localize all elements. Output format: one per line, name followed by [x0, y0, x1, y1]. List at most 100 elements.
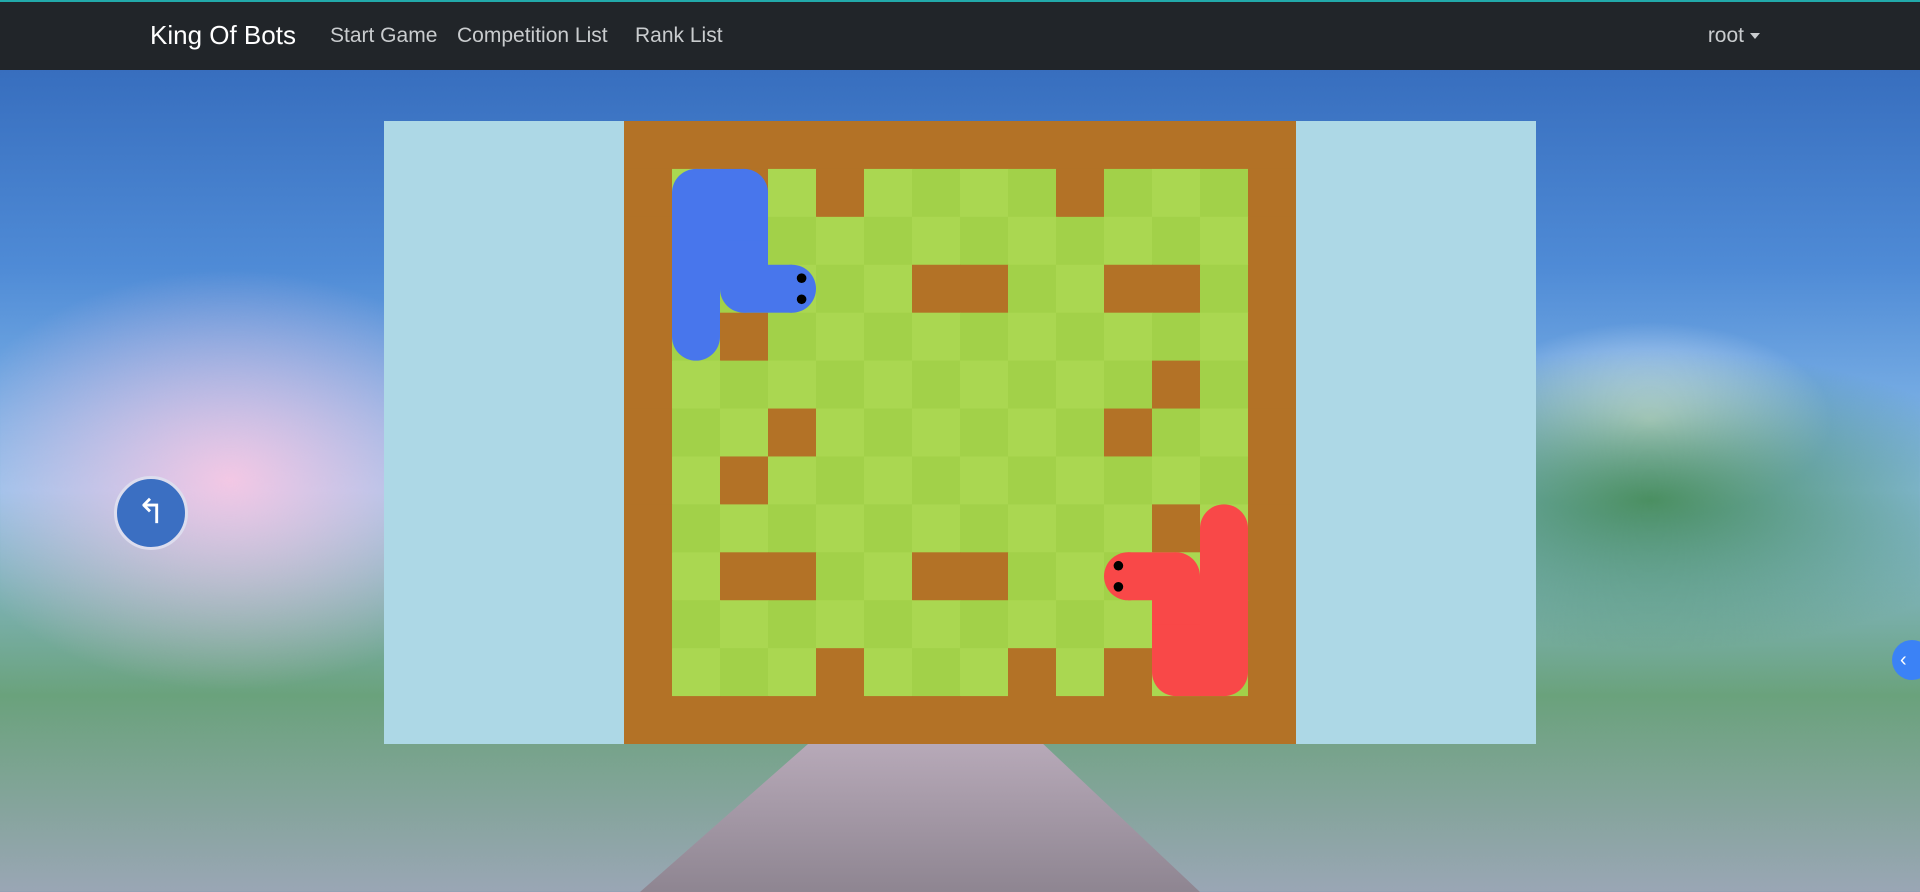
wall-cell — [1008, 696, 1057, 744]
grass-cell — [768, 216, 817, 266]
wall-cell — [912, 552, 961, 601]
grass-cell — [768, 360, 817, 410]
grass-cell — [1200, 168, 1249, 218]
wall-cell — [912, 121, 961, 170]
brand-link[interactable]: King Of Bots — [150, 20, 296, 51]
wall-cell — [624, 696, 673, 744]
grass-cell — [864, 216, 913, 266]
snake-b-eye — [1113, 560, 1124, 571]
snake-a-body — [744, 264, 792, 313]
grass-cell — [816, 216, 865, 266]
grass-cell — [1152, 216, 1201, 266]
grass-cell — [1008, 408, 1057, 457]
grass-cell — [912, 408, 961, 457]
wall-cell — [1152, 504, 1201, 553]
grass-cell — [816, 552, 865, 601]
nav-competition-list[interactable]: Competition List — [457, 24, 608, 48]
user-name: root — [1707, 24, 1744, 47]
grass-cell — [1152, 456, 1201, 505]
grass-cell — [960, 600, 1009, 649]
wall-cell — [624, 408, 673, 457]
snake-b-eye — [1113, 582, 1124, 592]
wall-cell — [720, 312, 769, 362]
nav-rank-list[interactable]: Rank List — [635, 24, 723, 48]
grass-cell — [768, 456, 817, 505]
grass-cell — [816, 408, 865, 457]
grass-cell — [672, 504, 721, 553]
wall-cell — [624, 121, 673, 170]
grass-cell — [1056, 408, 1105, 457]
wall-cell — [624, 264, 673, 314]
grass-cell — [1152, 408, 1201, 457]
grass-cell — [1056, 456, 1105, 505]
wall-cell — [624, 216, 673, 266]
grass-cell — [720, 504, 769, 553]
wall-cell — [768, 121, 817, 170]
grass-cell — [1056, 648, 1105, 697]
wall-cell — [864, 696, 913, 744]
grass-cell — [864, 600, 913, 649]
wall-cell — [912, 264, 961, 314]
wall-cell — [1248, 216, 1296, 266]
wall-cell — [1248, 408, 1296, 457]
grass-cell — [1152, 168, 1201, 218]
wall-cell — [624, 504, 673, 553]
grass-cell — [1008, 312, 1057, 362]
grass-cell — [1008, 552, 1057, 601]
wall-cell — [672, 121, 721, 170]
snake-b-body — [1152, 624, 1200, 673]
sidebar-toggle-button[interactable]: ‹ — [1892, 640, 1920, 680]
wall-cell — [1248, 456, 1296, 505]
wall-cell — [720, 121, 769, 170]
wall-cell — [768, 408, 817, 457]
grass-cell — [816, 264, 865, 314]
wall-cell — [624, 648, 673, 697]
grass-cell — [768, 312, 817, 362]
grass-cell — [672, 600, 721, 649]
wall-cell — [960, 121, 1009, 170]
grass-cell — [1104, 216, 1153, 266]
grass-cell — [816, 312, 865, 362]
playground — [384, 121, 1536, 744]
grass-cell — [720, 600, 769, 649]
grass-cell — [1200, 264, 1249, 314]
snake-a-body — [720, 192, 768, 241]
wall-cell — [960, 552, 1009, 601]
wall-cell — [1248, 504, 1296, 553]
grass-cell — [864, 552, 913, 601]
grass-cell — [720, 408, 769, 457]
wall-cell — [816, 121, 865, 170]
grass-cell — [1008, 504, 1057, 553]
grass-cell — [1104, 456, 1153, 505]
game-board[interactable] — [624, 121, 1296, 744]
wall-cell — [1152, 696, 1201, 744]
wall-cell — [768, 696, 817, 744]
wall-cell — [960, 264, 1009, 314]
wall-cell — [720, 456, 769, 505]
nav-start-game[interactable]: Start Game — [330, 24, 437, 48]
grass-cell — [1200, 360, 1249, 410]
wall-cell — [1152, 121, 1201, 170]
grass-cell — [960, 312, 1009, 362]
wall-cell — [816, 696, 865, 744]
grass-cell — [912, 648, 961, 697]
grass-cell — [1104, 504, 1153, 553]
grass-cell — [864, 168, 913, 218]
grass-cell — [768, 648, 817, 697]
grass-cell — [816, 360, 865, 410]
grass-cell — [1056, 552, 1105, 601]
grass-cell — [1056, 264, 1105, 314]
user-menu[interactable]: root — [1708, 24, 1760, 48]
grass-cell — [960, 504, 1009, 553]
snake-a-body — [672, 288, 720, 337]
grass-cell — [816, 504, 865, 553]
grass-cell — [912, 216, 961, 266]
wall-cell — [1008, 648, 1057, 697]
grass-cell — [864, 408, 913, 457]
wall-cell — [1152, 360, 1201, 410]
wall-cell — [1248, 552, 1296, 601]
grass-cell — [720, 648, 769, 697]
grass-cell — [1104, 168, 1153, 218]
grass-cell — [864, 312, 913, 362]
grass-cell — [960, 360, 1009, 410]
